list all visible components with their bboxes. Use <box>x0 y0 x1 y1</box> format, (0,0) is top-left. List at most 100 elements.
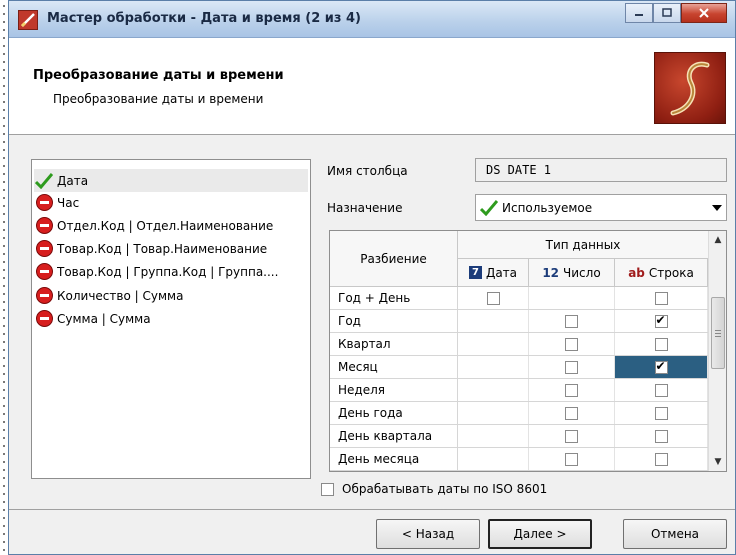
row-label: Неделя <box>330 379 458 401</box>
list-item[interactable]: Товар.Код | Группа.Код | Группа.... <box>34 260 308 283</box>
list-item-label: Дата <box>57 173 89 188</box>
close-button[interactable] <box>681 3 727 23</box>
window-title: Мастер обработки - Дата и время (2 из 4) <box>47 11 361 26</box>
string-checkbox[interactable] <box>654 337 668 351</box>
grip-icon <box>715 330 721 337</box>
string-checkbox[interactable] <box>654 406 668 420</box>
number-checkbox[interactable] <box>565 406 578 420</box>
wizard-logo <box>654 52 726 124</box>
string-checkbox[interactable] <box>654 452 668 466</box>
close-icon <box>699 8 709 18</box>
split-column-header: Разбиение <box>330 231 458 287</box>
scroll-down-arrow-icon[interactable]: ▼ <box>709 453 726 471</box>
table-row: День месяца <box>330 448 708 471</box>
script-s-icon <box>670 61 710 116</box>
row-label: Квартал <box>330 333 458 355</box>
row-label: Год <box>330 310 458 332</box>
list-item[interactable]: Час <box>34 191 308 214</box>
stop-icon <box>35 310 53 327</box>
maximize-icon <box>662 8 672 17</box>
list-item[interactable]: Количество | Сумма <box>34 284 308 307</box>
minimize-icon <box>635 14 643 16</box>
list-item-label: Товар.Код | Товар.Наименование <box>57 241 268 256</box>
grid-scrollbar[interactable]: ▲ ▼ <box>708 231 726 471</box>
list-item[interactable]: Товар.Код | Товар.Наименование <box>34 237 308 260</box>
type-number-header[interactable]: 12 Число <box>529 259 615 287</box>
dropdown-arrow-icon[interactable] <box>708 195 726 220</box>
string-checkbox[interactable] <box>654 313 668 328</box>
app-icon <box>18 10 38 30</box>
table-row: Неделя <box>330 379 708 402</box>
number-checkbox[interactable] <box>565 360 578 374</box>
date-checkbox[interactable] <box>486 291 500 305</box>
number-checkbox[interactable] <box>565 314 578 328</box>
string-checkbox[interactable] <box>654 429 668 443</box>
table-row: Год <box>330 310 708 333</box>
maximize-button[interactable] <box>653 3 681 23</box>
calendar-icon: 7 <box>468 266 482 279</box>
list-item-label: Товар.Код | Группа.Код | Группа.... <box>57 264 279 279</box>
stop-icon <box>35 287 53 304</box>
scroll-up-arrow-icon[interactable]: ▲ <box>709 231 726 249</box>
checkmark-icon <box>480 199 498 216</box>
string-checkbox[interactable] <box>654 291 668 305</box>
title-bar[interactable]: Мастер обработки - Дата и время (2 из 4) <box>9 1 735 38</box>
cancel-button[interactable]: Отмена <box>623 519 727 549</box>
row-label: День квартала <box>330 425 458 447</box>
stop-icon <box>35 194 53 211</box>
list-item[interactable]: Сумма | Сумма <box>34 307 308 330</box>
column-name-field[interactable]: DS DATE 1 <box>475 158 727 182</box>
string-icon: ab <box>628 265 645 280</box>
header-title: Преобразование даты и времени <box>33 68 284 83</box>
list-item-label: Час <box>57 195 80 210</box>
stop-icon <box>35 217 53 234</box>
number-checkbox[interactable] <box>565 383 578 397</box>
minimize-button[interactable] <box>625 3 653 23</box>
type-date-header[interactable]: 7 Дата <box>458 259 529 287</box>
column-name-label: Имя столбца <box>327 164 408 178</box>
list-item[interactable]: Дата <box>34 169 308 192</box>
iso-checkbox-row[interactable]: Обрабатывать даты по ISO 8601 <box>321 482 547 496</box>
wizard-window: Мастер обработки - Дата и время (2 из 4)… <box>8 0 736 555</box>
number-icon: 12 <box>542 265 560 280</box>
row-label: День месяца <box>330 448 458 470</box>
purpose-label: Назначение <box>327 201 403 215</box>
next-button[interactable]: Далее > <box>488 519 592 549</box>
back-button[interactable]: < Назад <box>376 519 480 549</box>
table-row: Год + День <box>330 287 708 310</box>
footer-divider <box>9 509 735 510</box>
list-item-label: Отдел.Код | Отдел.Наименование <box>57 218 274 233</box>
number-checkbox[interactable] <box>565 429 578 443</box>
row-label: День года <box>330 402 458 424</box>
string-checkbox[interactable] <box>654 383 668 397</box>
table-row: Квартал <box>330 333 708 356</box>
wizard-header: Преобразование даты и времени Преобразов… <box>9 38 735 135</box>
list-item[interactable]: Отдел.Код | Отдел.Наименование <box>34 214 308 237</box>
column-name-value: DS DATE 1 <box>486 163 552 177</box>
list-item-label: Сумма | Сумма <box>57 311 151 326</box>
iso-checkbox[interactable] <box>321 482 334 496</box>
number-checkbox[interactable] <box>565 337 578 351</box>
number-checkbox[interactable] <box>565 452 578 466</box>
datatype-header: Тип данных <box>458 231 708 259</box>
split-grid[interactable]: Разбиение Тип данных 7 Дата 12 Число ab … <box>329 230 727 472</box>
iso-checkbox-label: Обрабатывать даты по ISO 8601 <box>342 482 548 496</box>
checkmark-icon <box>34 171 54 191</box>
table-row: День года <box>330 402 708 425</box>
row-label: Год + День <box>330 287 458 309</box>
scroll-thumb[interactable] <box>711 297 725 369</box>
stop-icon <box>35 263 53 280</box>
dotted-guide <box>0 0 8 555</box>
table-row: Месяц <box>330 356 708 379</box>
row-label: Месяц <box>330 356 458 378</box>
stop-icon <box>35 240 53 257</box>
string-checkbox[interactable] <box>654 359 668 374</box>
window-controls <box>625 3 727 23</box>
header-subtitle: Преобразование даты и времени <box>53 92 264 106</box>
columns-list[interactable]: Дата Час Отдел.Код | Отдел.Наименование … <box>31 159 311 479</box>
purpose-select[interactable]: Используемое <box>475 194 727 221</box>
table-row: День квартала <box>330 425 708 448</box>
type-string-header[interactable]: ab Строка <box>615 259 708 287</box>
purpose-value: Используемое <box>502 200 593 215</box>
list-item-label: Количество | Сумма <box>57 288 184 303</box>
